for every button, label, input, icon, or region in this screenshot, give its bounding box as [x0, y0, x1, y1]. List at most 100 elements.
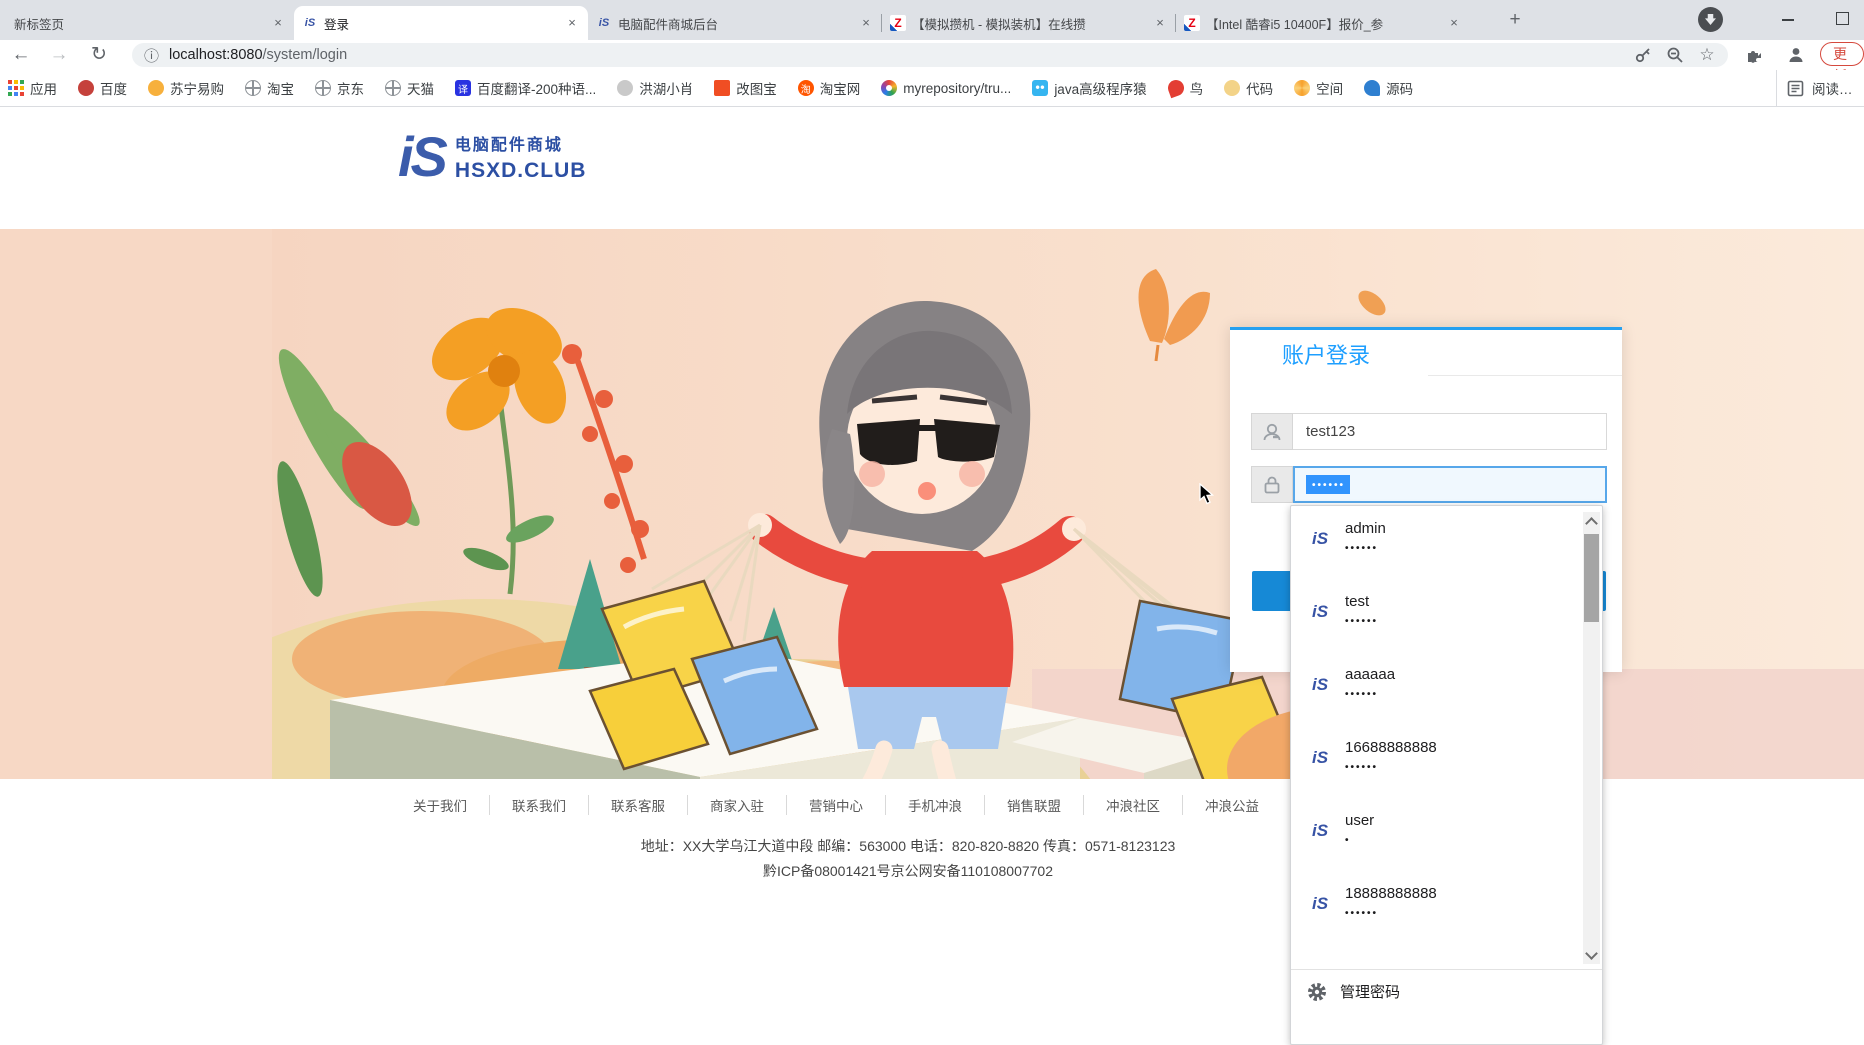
bookmark-item[interactable]: java高级程序猿 [1032, 78, 1147, 98]
footer-link[interactable]: 冲浪公益 [1182, 795, 1281, 815]
bookmark-item[interactable]: myrepository/tru... [881, 80, 1011, 96]
browser-tab[interactable]: 登录 × [294, 6, 588, 40]
autofill-suggestion[interactable]: aaaaaa •••••• [1291, 657, 1581, 730]
browser-tab[interactable]: 新标签页 × [0, 6, 294, 40]
autofill-text: admin •••••• [1345, 520, 1386, 584]
bookmark-label: 鸟 [1189, 82, 1204, 97]
username-row [1251, 413, 1607, 450]
extensions-puzzle-icon[interactable] [1742, 43, 1766, 67]
browser-tab-strip: 新标签页 × 登录 × 电脑配件商城后台 × 【模拟攒机 - 模拟装机】在线攒 … [0, 0, 1864, 40]
bookmark-label: 应用 [30, 82, 57, 97]
autofill-username: admin [1345, 520, 1386, 537]
bookmark-item[interactable]: 洪湖小肖 [617, 78, 693, 98]
tab-close-icon[interactable]: × [1152, 15, 1168, 31]
autofill-suggestion[interactable]: user • [1291, 803, 1581, 876]
bookmark-item[interactable]: 百度 [78, 78, 127, 98]
browser-update-button[interactable]: 更新 [1820, 42, 1864, 84]
autofill-suggestion[interactable]: 18888888888 •••••• [1291, 876, 1581, 949]
user-icon [1251, 413, 1293, 450]
bookmark-item[interactable]: 源码 [1364, 78, 1413, 98]
bookmark-item[interactable]: 淘宝 [245, 78, 294, 98]
site-favicon-icon [1307, 745, 1333, 771]
bookmark-label: 空间 [1316, 82, 1344, 97]
bookmark-star-icon[interactable]: ☆ [1696, 44, 1718, 66]
footer-link[interactable]: 联系客服 [588, 795, 687, 815]
browser-tab[interactable]: 电脑配件商城后台 × [588, 6, 882, 40]
autofill-suggestion[interactable]: admin •••••• [1291, 511, 1581, 584]
tab-favicon-icon [1184, 15, 1200, 31]
reload-button[interactable]: ↻ [86, 42, 112, 68]
site-info-icon[interactable]: ⓘ [144, 45, 159, 66]
extension-badge-icon[interactable] [1698, 7, 1723, 32]
bookmark-favicon-icon [385, 80, 401, 96]
manage-passwords-item[interactable]: 管理密码 [1291, 981, 1602, 1002]
footer-link[interactable]: 商家入驻 [687, 795, 786, 815]
tab-title: 【Intel 酷睿i5 10400F】报价_参 [1206, 17, 1384, 32]
tab-close-icon[interactable]: × [1446, 15, 1462, 31]
bookmark-label: myrepository/tru... [903, 80, 1012, 96]
bookmark-label: 代码 [1246, 82, 1274, 97]
footer-link[interactable]: 联系我们 [489, 795, 588, 815]
dropdown-scrollbar[interactable] [1583, 512, 1600, 964]
bookmark-item[interactable]: 应用 [8, 78, 57, 98]
site-name: 电脑配件商城 [454, 137, 563, 154]
bookmark-item[interactable]: 天猫 [385, 78, 434, 98]
bookmark-item[interactable]: 百度翻译-200种语... [455, 78, 596, 98]
bookmark-label: 源码 [1386, 82, 1414, 97]
profile-avatar-icon[interactable] [1784, 43, 1808, 67]
bookmark-favicon-icon [78, 80, 94, 96]
footer-link[interactable]: 营销中心 [786, 795, 885, 815]
autofill-username: user [1345, 812, 1375, 829]
bookmark-item[interactable]: 苏宁易购 [148, 78, 224, 98]
autofill-username: test [1345, 593, 1370, 610]
autofill-username: aaaaaa [1345, 666, 1396, 683]
tab-close-icon[interactable]: × [564, 15, 580, 31]
scrollbar-thumb[interactable] [1584, 534, 1599, 622]
back-button[interactable]: ← [8, 42, 34, 68]
password-key-icon[interactable] [1632, 44, 1654, 66]
tab-close-icon[interactable]: × [270, 15, 286, 31]
gear-icon [1308, 982, 1326, 1001]
tab-close-icon[interactable]: × [858, 15, 874, 31]
site-favicon-icon [1307, 526, 1333, 552]
footer-link[interactable]: 销售联盟 [984, 795, 1083, 815]
bookmark-item[interactable]: 京东 [315, 78, 364, 98]
reading-list-button[interactable]: 阅读清单 [1776, 70, 1858, 106]
autofill-masked-password: •••••• [1345, 762, 1379, 773]
footer-link[interactable]: 关于我们 [391, 795, 489, 815]
manage-passwords-label: 管理密码 [1340, 984, 1401, 1001]
bookmark-label: 百度翻译-200种语... [477, 82, 597, 97]
footer-link[interactable]: 手机冲浪 [885, 795, 984, 815]
bookmark-item[interactable]: 空间 [1294, 78, 1343, 98]
zoom-out-icon[interactable] [1664, 44, 1686, 66]
footer-address-line: 地址：XX大学乌江大道中段 邮编：563000 电话：820-820-8820 … [640, 838, 1176, 854]
forward-button[interactable]: → [46, 42, 72, 68]
bookmark-favicon-icon [881, 80, 898, 96]
window-restore-button[interactable] [1836, 12, 1849, 25]
scroll-up-icon[interactable] [1585, 517, 1598, 530]
browser-tab[interactable]: 【模拟攒机 - 模拟装机】在线攒 × [881, 6, 1176, 40]
url-host: localhost:8080 [169, 47, 263, 63]
bookmark-favicon-icon [1165, 77, 1186, 99]
autofill-suggestion[interactable]: test •••••• [1291, 584, 1581, 657]
bookmark-item[interactable]: 改图宝 [714, 78, 777, 98]
bookmark-item[interactable]: 淘宝网 [797, 78, 860, 98]
tab-title: 新标签页 [14, 17, 65, 32]
autofill-suggestion[interactable]: 16688888888 •••••• [1291, 730, 1581, 803]
scroll-down-icon[interactable] [1585, 947, 1598, 960]
bookmark-label: 洪湖小肖 [639, 82, 694, 97]
password-input[interactable]: •••••• [1293, 466, 1607, 503]
footer-address: 地址：XX大学乌江大道中段 邮编：563000 电话：820-820-8820 … [408, 834, 1408, 884]
tab-favicon-icon [596, 15, 612, 31]
address-bar[interactable]: ⓘ localhost:8080/system/login ☆ [132, 43, 1728, 67]
bookmark-favicon-icon [1364, 80, 1381, 96]
site-logo[interactable]: iS 电脑配件商城 HSXD.CLUB [398, 129, 586, 185]
browser-tab[interactable]: 【Intel 酷睿i5 10400F】报价_参 × [1175, 6, 1470, 40]
username-input[interactable] [1293, 413, 1607, 450]
new-tab-button[interactable]: + [1502, 8, 1528, 34]
bookmark-item[interactable]: 代码 [1224, 78, 1273, 98]
bookmark-item[interactable]: 鸟 [1165, 77, 1204, 99]
tab-title: 电脑配件商城后台 [618, 17, 719, 32]
window-minimize-button[interactable] [1782, 19, 1794, 21]
footer-link[interactable]: 冲浪社区 [1083, 795, 1182, 815]
